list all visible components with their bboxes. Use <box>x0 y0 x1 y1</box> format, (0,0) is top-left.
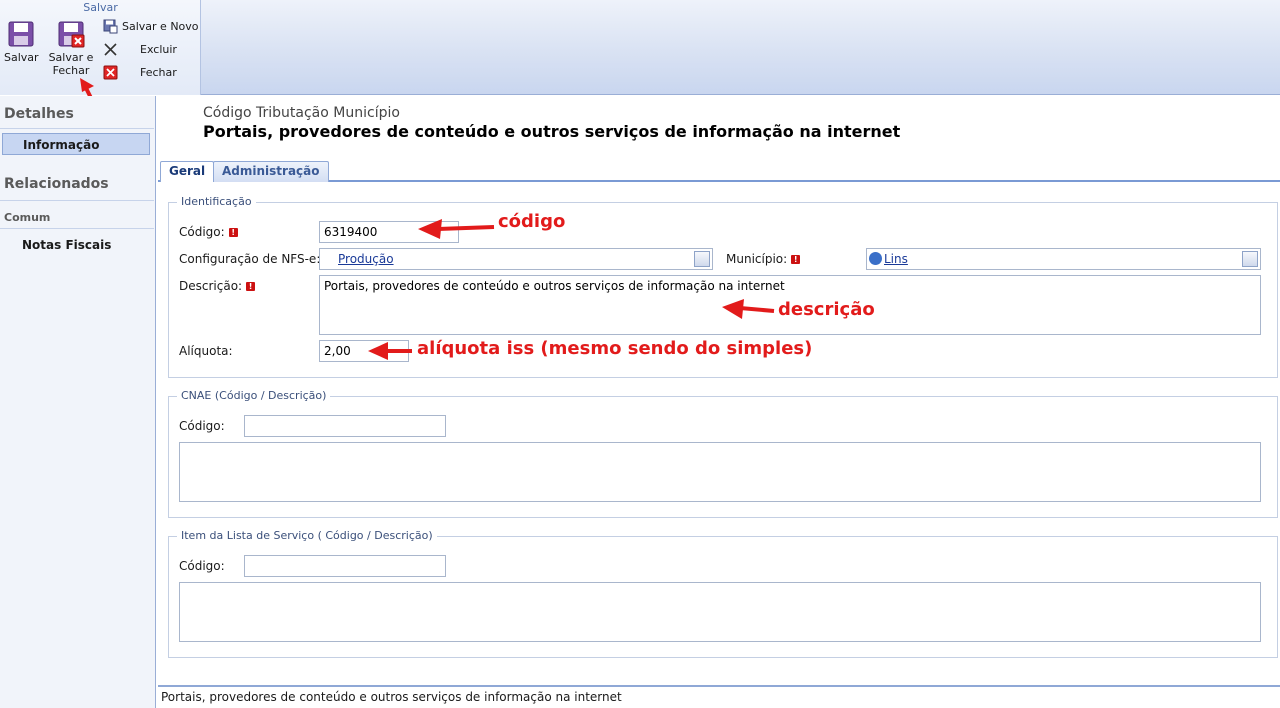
entity-type-label: Código Tributação Município <box>203 105 400 121</box>
page-title: Portais, provedores de conteúdo e outros… <box>203 122 901 141</box>
config-nfse-lookup[interactable]: Produção <box>319 248 713 270</box>
item-lista-codigo-label: Código: <box>179 559 225 573</box>
nav-subsection-comum: Comum <box>4 211 51 224</box>
excluir-label: Excluir <box>140 42 177 56</box>
descricao-label: Descrição:! <box>179 279 256 293</box>
annotation-aliquota: alíquota iss (mesmo sendo do simples) <box>417 338 813 359</box>
globe-icon <box>869 252 882 265</box>
item-lista-codigo-input[interactable] <box>244 555 446 577</box>
nav-separator <box>0 200 154 201</box>
ribbon-group-title: Salvar <box>83 1 118 14</box>
delete-x-icon <box>103 42 118 57</box>
cnae-codigo-input[interactable] <box>244 415 446 437</box>
nav-separator <box>0 128 154 129</box>
fieldset-legend: CNAE (Código / Descrição) <box>177 389 331 402</box>
fieldset-legend: Item da Lista de Serviço ( Código / Desc… <box>177 529 437 542</box>
nav-section-relacionados: Relacionados <box>4 176 109 192</box>
municipio-label: Município:! <box>726 252 801 266</box>
form-content: Identificação Código:! 6319400 Configura… <box>158 183 1280 685</box>
status-bar: Portais, provedores de conteúdo e outros… <box>158 685 1280 708</box>
excluir-button[interactable]: Excluir <box>103 40 177 58</box>
annotation-descricao: descrição <box>778 299 875 320</box>
salvar-e-novo-button[interactable]: Salvar e Novo <box>103 17 199 35</box>
fieldset-legend: Identificação <box>177 195 256 208</box>
nav-item-informacao[interactable]: Informação <box>2 133 150 155</box>
nav-item-notas-fiscais[interactable]: Notas Fiscais <box>2 234 150 256</box>
save-new-icon <box>103 19 118 34</box>
ribbon: Salvar Salvar Salvar e Fechar Salvar e N… <box>0 0 1280 95</box>
codigo-label: Código:! <box>179 225 238 239</box>
annotation-arrow-aliquota <box>368 342 412 360</box>
salvar-button-label: Salvar <box>4 51 39 64</box>
floppy-disk-close-icon <box>57 20 85 48</box>
nav-section-detalhes: Detalhes <box>4 106 74 122</box>
salvar-e-fechar-button[interactable]: Salvar e Fechar <box>46 20 96 77</box>
required-icon: ! <box>791 255 801 264</box>
lookup-icon[interactable] <box>694 251 710 267</box>
fechar-button[interactable]: Fechar <box>103 63 177 81</box>
item-lista-descricao-textarea[interactable] <box>179 582 1261 642</box>
required-icon: ! <box>228 228 238 237</box>
config-nfse-label: Configuração de NFS-e: <box>179 252 321 266</box>
tab-geral[interactable]: Geral <box>160 161 215 182</box>
required-icon: ! <box>246 282 256 291</box>
municipio-link[interactable]: Lins <box>884 252 908 266</box>
lookup-icon[interactable] <box>1242 251 1258 267</box>
tab-administracao[interactable]: Administração <box>213 161 329 182</box>
floppy-disk-icon <box>7 20 35 48</box>
aliquota-label: Alíquota: <box>179 344 233 358</box>
cnae-codigo-label: Código: <box>179 419 225 433</box>
salvar-e-novo-label: Salvar e Novo <box>122 19 199 33</box>
nav-separator <box>0 228 154 229</box>
cnae-descricao-textarea[interactable] <box>179 442 1261 502</box>
annotation-arrow-codigo <box>418 219 495 239</box>
municipio-lookup[interactable]: Lins <box>866 248 1261 270</box>
salvar-e-fechar-label-line1: Salvar e <box>48 51 94 64</box>
tab-bar: Geral Administração <box>158 158 1280 182</box>
config-nfse-link[interactable]: Produção <box>338 252 394 266</box>
annotation-codigo: código <box>498 211 566 232</box>
left-navigation: Detalhes Informação Relacionados Comum N… <box>0 96 156 708</box>
fechar-label: Fechar <box>140 65 177 79</box>
salvar-button[interactable]: Salvar <box>4 20 39 64</box>
annotation-arrow-descricao <box>722 299 775 319</box>
